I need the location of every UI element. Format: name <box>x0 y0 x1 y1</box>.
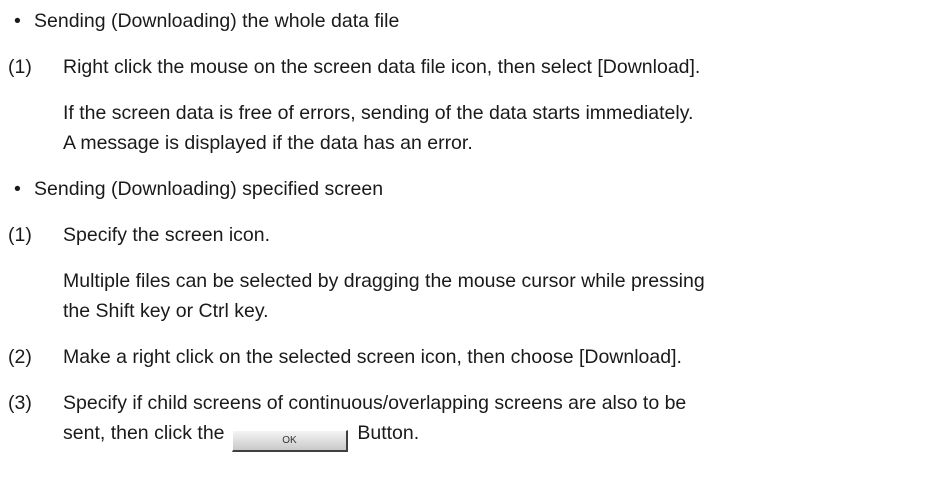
step-number: (2) <box>8 346 32 368</box>
step-note: A message is displayed if the data has a… <box>63 132 473 154</box>
bullet-icon: • <box>14 178 21 200</box>
step-note: Multiple files can be selected by draggi… <box>63 270 705 292</box>
step-item: (1) Right click the mouse on the screen … <box>8 52 700 82</box>
step-text-after-button: Button. <box>357 422 420 444</box>
step-text: Specify if child screens of continuous/o… <box>63 392 687 414</box>
step-note: If the screen data is free of errors, se… <box>63 102 694 124</box>
step-note: the Shift key or Ctrl key. <box>63 300 269 322</box>
section-heading-text: Sending (Downloading) the whole data fil… <box>34 10 400 32</box>
step-number: (1) <box>8 224 32 246</box>
step-text: Make a right click on the selected scree… <box>63 346 682 368</box>
bullet-icon: • <box>14 10 21 32</box>
step-item: (1) Specify the screen icon. <box>8 220 270 250</box>
section-heading: • Sending (Downloading) specified screen <box>14 174 383 204</box>
section-heading-text: Sending (Downloading) specified screen <box>34 178 384 200</box>
section-heading: • Sending (Downloading) the whole data fi… <box>14 6 399 36</box>
step-number: (1) <box>8 56 32 78</box>
step-text: Specify the screen icon. <box>63 224 271 246</box>
step-item: (3) Specify if child screens of continuo… <box>8 388 686 418</box>
step-text-before-button: sent, then click the <box>63 422 225 444</box>
step-continuation: sent, then click the OK Button. <box>63 418 419 452</box>
ok-button-image: OK <box>231 430 348 452</box>
step-number: (3) <box>8 392 32 414</box>
step-text: Right click the mouse on the screen data… <box>63 56 701 78</box>
step-item: (2) Make a right click on the selected s… <box>8 342 682 372</box>
